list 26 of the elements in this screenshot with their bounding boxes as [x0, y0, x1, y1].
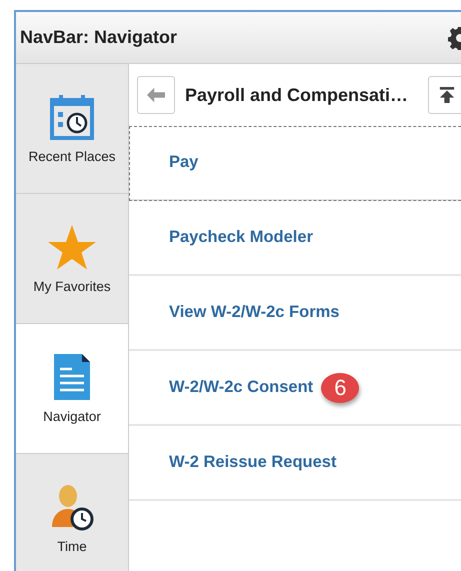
menu-item[interactable]: Pay: [129, 126, 461, 201]
window-title: NavBar: Navigator: [20, 27, 178, 48]
menu-item-label: W-2/W-2c Consent: [169, 378, 314, 397]
menu-item-label: Pay: [169, 153, 198, 172]
nav-tile[interactable]: Time: [16, 454, 128, 571]
nav-tile[interactable]: Navigator: [16, 324, 128, 454]
menu-item[interactable]: View W-2/W-2c Forms: [129, 276, 461, 351]
top-arrow-icon: [438, 87, 456, 103]
back-button[interactable]: [137, 76, 175, 114]
tile-label: Recent Places: [28, 149, 116, 164]
tile-label: Time: [57, 539, 87, 554]
menu-item[interactable]: W-2 Reissue Request: [129, 426, 461, 501]
tile-label: My Favorites: [33, 279, 111, 294]
nav-tile[interactable]: Recent Places: [16, 64, 128, 194]
menu-item-label: W-2 Reissue Request: [169, 453, 336, 472]
callout-badge: 6: [321, 372, 360, 402]
calendar-clock-icon: [48, 93, 96, 141]
menu-item[interactable]: W-2/W-2c Consent 6: [129, 351, 461, 426]
top-button[interactable]: [428, 76, 461, 114]
star-icon: [48, 223, 96, 271]
menu-item-label: Paycheck Modeler: [169, 228, 313, 247]
menu-item[interactable]: Paycheck Modeler: [129, 201, 461, 276]
back-arrow-icon: [147, 87, 165, 103]
tile-label: Navigator: [43, 409, 101, 424]
folder-title: Payroll and Compensati…: [185, 84, 408, 106]
menu-item-label: View W-2/W-2c Forms: [169, 303, 340, 322]
